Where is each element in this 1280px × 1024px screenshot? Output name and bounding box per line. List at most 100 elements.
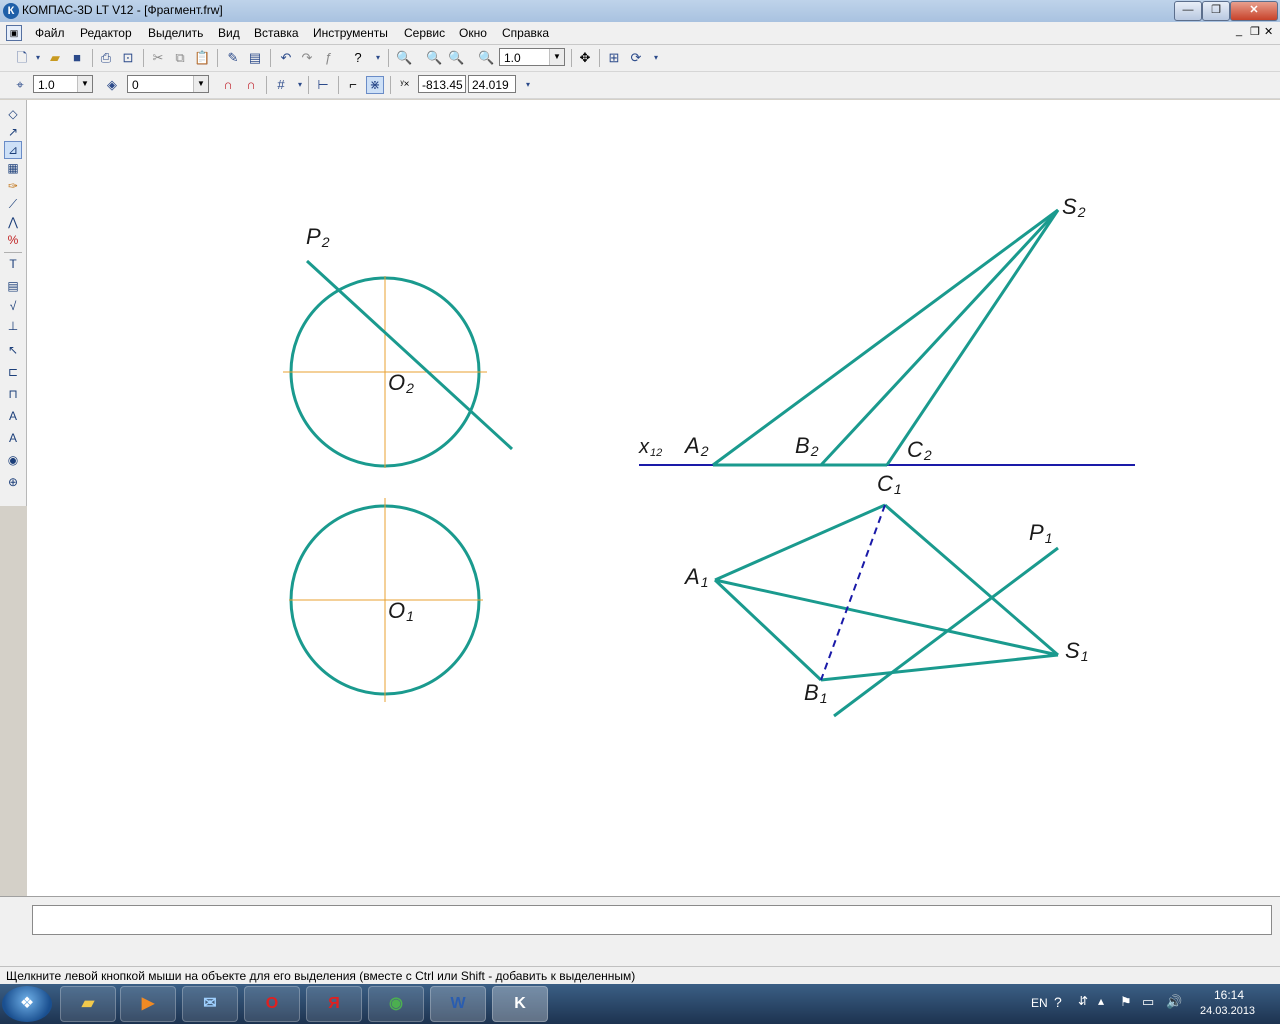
grid-dropdown-icon[interactable]: ▾ bbox=[292, 77, 308, 93]
menu-window[interactable]: Окно bbox=[459, 26, 487, 40]
step-dropdown-icon[interactable]: ▼ bbox=[77, 76, 92, 92]
opera-taskbar-icon[interactable]: O bbox=[244, 986, 300, 1022]
redo-icon[interactable]: ↷ bbox=[299, 50, 315, 66]
zoom-scale-icon[interactable]: 🔍 bbox=[478, 50, 494, 66]
kompas-app-icon[interactable]: К bbox=[3, 3, 19, 19]
menu-view[interactable]: Вид bbox=[218, 26, 240, 40]
roughness-icon[interactable]: √ bbox=[5, 298, 21, 314]
toolbar1b-options-icon[interactable]: ▾ bbox=[648, 50, 664, 66]
paste-icon[interactable]: 📋 bbox=[194, 50, 210, 66]
view-arrow-icon[interactable]: A bbox=[5, 408, 21, 424]
zoom-combo[interactable]: 1.0 ▼ bbox=[499, 48, 565, 66]
table-icon[interactable]: ▤ bbox=[5, 278, 21, 294]
selection-icon[interactable]: ⋀ bbox=[5, 214, 21, 230]
open-folder-icon[interactable]: ▰ bbox=[47, 50, 63, 66]
zoom-window-icon[interactable]: 🔍 bbox=[396, 50, 412, 66]
mail-taskbar-icon[interactable]: ✉ bbox=[182, 986, 238, 1022]
word-taskbar-icon[interactable]: W bbox=[430, 986, 486, 1022]
local-cs-icon[interactable]: ⊢ bbox=[315, 77, 331, 93]
language-indicator[interactable]: EN bbox=[1031, 996, 1048, 1010]
edit-icon[interactable]: ▦ bbox=[5, 160, 21, 176]
axis-icon[interactable]: A bbox=[5, 430, 21, 446]
menu-help[interactable]: Справка bbox=[502, 26, 549, 40]
variables-icon[interactable]: ▤ bbox=[247, 50, 263, 66]
step-combo[interactable]: 1.0 ▼ bbox=[33, 75, 93, 93]
measure-icon[interactable]: ⟋ bbox=[5, 196, 21, 212]
layers-icon[interactable]: ◈ bbox=[104, 77, 120, 93]
drawing-canvas[interactable]: P2 O2 O1 S2 x12 A2 B2 C2 C1 P1 A1 S1 B1 bbox=[27, 100, 1280, 896]
edge-b1-s1[interactable] bbox=[820, 653, 1059, 682]
mdi-restore-button[interactable]: ❐ bbox=[1250, 25, 1260, 38]
edge-s2-b2[interactable] bbox=[819, 208, 1060, 467]
menu-editor[interactable]: Редактор bbox=[80, 26, 132, 40]
refresh-icon[interactable]: ⟳ bbox=[628, 50, 644, 66]
hidden-edge-b1-c1[interactable] bbox=[820, 504, 886, 681]
toolbar1-options-icon[interactable]: ▾ bbox=[370, 50, 386, 66]
mdi-close-button[interactable]: ✕ bbox=[1264, 25, 1273, 38]
edge-s2-c2[interactable] bbox=[885, 209, 1060, 466]
cursor-step-icon[interactable]: ⌖ bbox=[12, 77, 28, 93]
edge-a1-c1[interactable] bbox=[714, 503, 886, 582]
section-icon[interactable]: ⊓ bbox=[5, 386, 21, 402]
leader-icon[interactable]: ↖ bbox=[5, 342, 21, 358]
start-button[interactable]: ❖ bbox=[2, 986, 52, 1022]
clock-date[interactable]: 24.03.2013 bbox=[1200, 1005, 1255, 1017]
coord-x-field[interactable]: -813.45 bbox=[418, 75, 466, 93]
circle-center-icon[interactable]: ◉ bbox=[5, 452, 21, 468]
document-icon[interactable]: ▣ bbox=[6, 25, 22, 41]
edge-a1-b1[interactable] bbox=[713, 578, 823, 682]
help-pointer-icon[interactable]: ? bbox=[350, 50, 366, 66]
menu-select[interactable]: Выделить bbox=[148, 26, 203, 40]
snap-magnet-icon[interactable]: ∩ bbox=[220, 77, 236, 93]
print-preview-icon[interactable]: ⎙ bbox=[98, 50, 114, 66]
zoom-in-icon[interactable]: 🔍 bbox=[426, 50, 442, 66]
center-mark-icon[interactable]: ⊕ bbox=[5, 474, 21, 490]
grid-icon[interactable]: # bbox=[273, 77, 289, 93]
tools-icon[interactable]: ✑ bbox=[5, 178, 21, 194]
properties-icon[interactable]: ⊡ bbox=[120, 50, 136, 66]
function-icon[interactable]: ƒ bbox=[320, 50, 336, 66]
plane-p2-line[interactable] bbox=[305, 259, 514, 451]
new-document-icon[interactable]: 🗋 bbox=[14, 50, 30, 66]
text-icon[interactable]: T bbox=[5, 256, 21, 272]
new-dropdown-icon[interactable]: ▾ bbox=[30, 50, 46, 66]
menu-insert[interactable]: Вставка bbox=[254, 26, 299, 40]
parametric-mode-icon[interactable]: ⋇ bbox=[366, 76, 384, 94]
edge-s2-a2[interactable] bbox=[712, 208, 1059, 467]
plane-p1-line[interactable] bbox=[833, 546, 1059, 718]
menu-tools[interactable]: Инструменты bbox=[313, 26, 388, 40]
network-icon[interactable]: ▭ bbox=[1142, 994, 1154, 1010]
layer-combo[interactable]: 0 ▼ bbox=[127, 75, 209, 93]
zoom-out-icon[interactable]: 🔍 bbox=[448, 50, 464, 66]
save-icon[interactable]: ■ bbox=[69, 50, 85, 66]
layer-dropdown-icon[interactable]: ▼ bbox=[193, 76, 208, 92]
chrome-taskbar-icon[interactable]: ◉ bbox=[368, 986, 424, 1022]
local-snap-icon[interactable]: ∩ bbox=[243, 77, 259, 93]
menu-service[interactable]: Сервис bbox=[404, 26, 445, 40]
close-button[interactable]: ✕ bbox=[1230, 1, 1278, 21]
symbols-icon[interactable]: % bbox=[5, 232, 21, 248]
pan-icon[interactable]: ✥ bbox=[577, 50, 593, 66]
zoom-dropdown-icon[interactable]: ▼ bbox=[549, 49, 564, 65]
help-tray-icon[interactable]: ? bbox=[1054, 994, 1062, 1010]
volume-icon[interactable]: 🔊 bbox=[1166, 994, 1182, 1010]
explorer-taskbar-icon[interactable]: ▰ bbox=[60, 986, 116, 1022]
show-all-icon[interactable]: ⊞ bbox=[606, 50, 622, 66]
dimensions-icon[interactable]: ↗ bbox=[5, 124, 21, 140]
geometry-icon[interactable]: ◇ bbox=[5, 106, 21, 122]
copy-icon[interactable]: ⧉ bbox=[172, 50, 188, 66]
cut-icon[interactable]: ✂ bbox=[150, 50, 166, 66]
media-player-taskbar-icon[interactable]: ▶ bbox=[120, 986, 176, 1022]
parameterization-icon[interactable]: ⊿ bbox=[4, 141, 22, 159]
toolbar2-options-icon[interactable]: ▾ bbox=[520, 77, 536, 93]
menu-file[interactable]: Файл bbox=[35, 26, 65, 40]
restore-button[interactable]: ❐ bbox=[1202, 1, 1230, 21]
mdi-minimize-button[interactable]: _ bbox=[1236, 25, 1242, 37]
clock-time[interactable]: 16:14 bbox=[1214, 988, 1244, 1002]
show-hidden-icon[interactable]: ▴ bbox=[1098, 994, 1104, 1008]
base-icon[interactable]: ⊥ bbox=[5, 318, 21, 334]
ortho-icon[interactable]: ⌐ bbox=[345, 77, 361, 93]
tray-overflow-icon[interactable]: ⇵ bbox=[1078, 994, 1088, 1008]
minimize-button[interactable]: — bbox=[1174, 1, 1202, 21]
property-panel-area[interactable] bbox=[32, 905, 1272, 935]
